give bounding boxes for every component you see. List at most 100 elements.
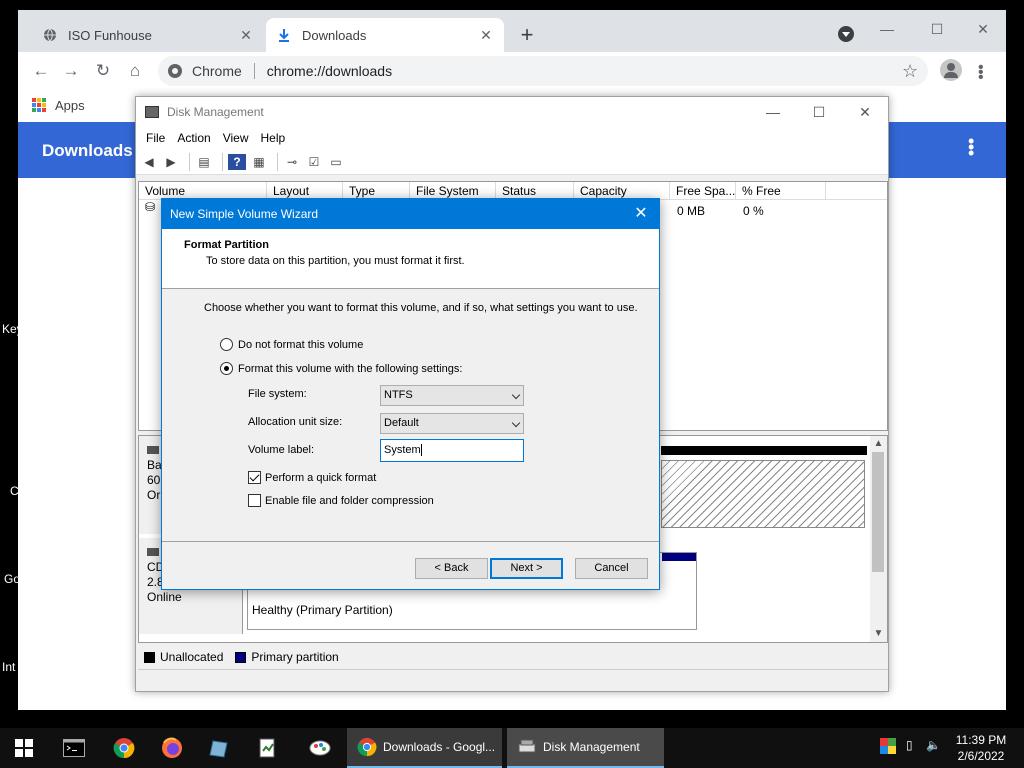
- taskbar-chrome-window[interactable]: Downloads - Googl...: [347, 728, 502, 768]
- more-options-icon[interactable]: • • •: [968, 132, 974, 162]
- unallocated-bar: [661, 446, 867, 455]
- address-bar[interactable]: Chrome chrome://downloads: [158, 56, 928, 86]
- back-button[interactable]: < Back: [415, 558, 488, 579]
- minimize-button[interactable]: —: [750, 97, 796, 127]
- maximize-button[interactable]: ☐: [796, 97, 842, 127]
- apps-bookmark[interactable]: Apps: [55, 98, 85, 113]
- column-free-space[interactable]: Free Spa...: [670, 182, 736, 199]
- window-title: Disk Management: [167, 105, 264, 119]
- download-icon: [276, 27, 292, 43]
- compression-checkbox[interactable]: Enable file and folder compression: [248, 494, 434, 507]
- show-hide-tree-icon[interactable]: ▤: [195, 154, 213, 170]
- connect-icon[interactable]: ⊸: [283, 154, 301, 170]
- new-tab-button[interactable]: +: [514, 22, 540, 48]
- column-status[interactable]: Status: [496, 182, 574, 199]
- close-window-button[interactable]: ✕: [842, 97, 888, 127]
- quick-format-checkbox[interactable]: Perform a quick format: [248, 471, 376, 484]
- allocation-unit-value: Default: [384, 417, 419, 429]
- desktop-label-fragment: Int: [2, 660, 16, 674]
- system-clock[interactable]: 11:39 PM 2/6/2022: [950, 732, 1012, 764]
- close-icon[interactable]: ✕: [478, 27, 494, 44]
- legend: Unallocated Primary partition: [138, 647, 888, 667]
- radio-format-volume[interactable]: Format this volume with the following se…: [220, 362, 462, 375]
- status-bar: [138, 669, 888, 691]
- column-file-system[interactable]: File System: [410, 182, 496, 199]
- speaker-muted-icon[interactable]: 🔈: [926, 738, 941, 752]
- free-space-value: 0 MB: [677, 204, 706, 218]
- scroll-thumb[interactable]: [872, 452, 884, 572]
- cd-drive-icon: [147, 548, 159, 556]
- paint-taskbar-icon[interactable]: [296, 728, 344, 768]
- minimize-button[interactable]: —: [864, 14, 910, 44]
- menu-view[interactable]: View: [223, 131, 249, 145]
- terminal-taskbar-icon[interactable]: [50, 728, 98, 768]
- column-type[interactable]: Type: [343, 182, 410, 199]
- usb-device-icon[interactable]: ▯: [906, 738, 913, 752]
- close-icon[interactable]: ✕: [238, 27, 254, 44]
- primary-partition-bar: [662, 553, 696, 561]
- radio-button[interactable]: [220, 338, 233, 351]
- reload-icon[interactable]: ↻: [92, 60, 114, 82]
- close-window-button[interactable]: ✕: [960, 14, 1006, 44]
- taskbar-disk-management-window[interactable]: Disk Management: [507, 728, 664, 768]
- bookmark-star-icon[interactable]: ☆: [902, 61, 918, 82]
- file-system-select[interactable]: NTFS: [380, 385, 524, 406]
- wizard-titlebar: New Simple Volume Wizard ✕: [162, 199, 659, 229]
- column-capacity[interactable]: Capacity: [574, 182, 670, 199]
- cancel-button[interactable]: Cancel: [575, 558, 648, 579]
- properties-icon[interactable]: ▦: [250, 154, 268, 170]
- chrome-menu-icon[interactable]: • • •: [978, 60, 984, 86]
- menu-bar: File Action View Help: [136, 127, 888, 149]
- chrome-taskbar-icon[interactable]: [100, 728, 148, 768]
- forward-arrow-icon[interactable]: ▶: [162, 154, 180, 170]
- volume-label-input[interactable]: System: [380, 439, 524, 462]
- column-layout[interactable]: Layout: [267, 182, 343, 199]
- editor-taskbar-icon[interactable]: [244, 728, 292, 768]
- start-button[interactable]: [0, 728, 48, 768]
- chrome-site-icon: [168, 64, 182, 78]
- checklist-icon[interactable]: ☑: [305, 154, 323, 170]
- vertical-scrollbar[interactable]: ▲ ▼: [870, 436, 887, 642]
- menu-file[interactable]: File: [146, 131, 165, 145]
- forward-arrow-icon[interactable]: →: [60, 60, 82, 82]
- url-text: chrome://downloads: [266, 63, 393, 79]
- tab-downloads[interactable]: Downloads ✕: [266, 18, 504, 52]
- radio-button-selected[interactable]: [220, 362, 233, 375]
- checkbox-unchecked[interactable]: [248, 494, 261, 507]
- maximize-button[interactable]: ☐: [914, 14, 960, 44]
- scroll-down-icon[interactable]: ▼: [870, 628, 887, 639]
- unallocated-region[interactable]: [661, 460, 865, 528]
- separator: [222, 152, 223, 171]
- page-title: Downloads: [42, 141, 133, 160]
- globe-icon: [42, 27, 58, 43]
- browser-toolbar: ← → ↻ ⌂ Chrome chrome://downloads ☆: [18, 52, 1006, 90]
- scroll-up-icon[interactable]: ▲: [870, 438, 887, 449]
- settings-panel-icon[interactable]: ▭: [327, 154, 345, 170]
- radio-do-not-format[interactable]: Do not format this volume: [220, 338, 363, 351]
- app-taskbar-icon[interactable]: [196, 728, 244, 768]
- tab-search-button[interactable]: [838, 26, 854, 42]
- menu-action[interactable]: Action: [177, 131, 210, 145]
- disk-icon: [147, 446, 159, 454]
- allocation-unit-select[interactable]: Default: [380, 413, 524, 434]
- firefox-taskbar-icon[interactable]: [148, 728, 196, 768]
- text-caret: [420, 444, 422, 457]
- separator: [277, 152, 278, 171]
- column-volume[interactable]: Volume: [139, 182, 267, 199]
- tab-strip: ISO Funhouse ✕ Downloads ✕ + — ☐ ✕: [18, 10, 1006, 52]
- color-tray-icon[interactable]: [880, 738, 896, 757]
- column-percent-free[interactable]: % Free: [736, 182, 826, 199]
- next-button[interactable]: Next >: [490, 558, 563, 579]
- back-arrow-icon[interactable]: ◀: [140, 154, 158, 170]
- close-icon[interactable]: ✕: [629, 199, 653, 229]
- checkbox-label: Perform a quick format: [265, 471, 377, 484]
- profile-avatar[interactable]: [940, 59, 962, 81]
- checkbox-checked[interactable]: [248, 471, 261, 484]
- allocation-unit-label: Allocation unit size:: [248, 416, 343, 428]
- tab-iso-funhouse[interactable]: ISO Funhouse ✕: [32, 18, 264, 52]
- help-icon[interactable]: ?: [228, 153, 246, 170]
- chevron-down-icon: [511, 418, 521, 428]
- menu-help[interactable]: Help: [261, 131, 286, 145]
- back-arrow-icon[interactable]: ←: [30, 60, 52, 82]
- home-icon[interactable]: ⌂: [124, 60, 146, 82]
